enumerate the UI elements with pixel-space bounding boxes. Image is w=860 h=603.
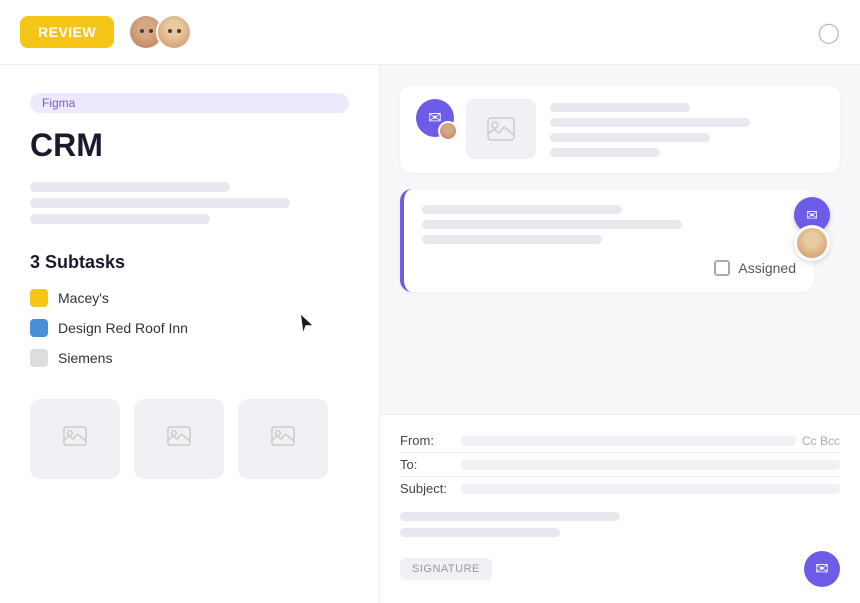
figma-tag: Figma (30, 93, 349, 113)
thumbnail-3 (238, 399, 328, 479)
email-body (400, 512, 840, 537)
email-subject-row: Subject: (400, 477, 840, 500)
send-button[interactable]: ✉ (804, 551, 840, 587)
email-from-row: From: Cc Bcc (400, 429, 840, 453)
right-panel: ✉ (380, 65, 860, 603)
to-label: To: (400, 457, 455, 472)
thumbnail-2 (134, 399, 224, 479)
msg-line-1 (550, 103, 690, 112)
from-value[interactable] (461, 436, 796, 446)
subtask-dot-blue (30, 319, 48, 337)
subtask-dot-yellow (30, 289, 48, 307)
thumbnail-1 (30, 399, 120, 479)
subtask-item-design-red-roof: Design Red Roof Inn (30, 319, 349, 337)
user-avatar-small-1 (438, 121, 458, 141)
desc-line-2 (30, 198, 290, 208)
message-card-1: ✉ (400, 85, 840, 173)
message-avatar-1: ✉ (416, 99, 454, 137)
send-icon: ✉ (815, 559, 828, 579)
image-icon-3 (271, 426, 295, 452)
thumbnails-row (30, 399, 349, 479)
topbar: REVIEW ◯ (0, 0, 860, 65)
avatar-image-2 (158, 16, 190, 48)
subtasks-heading: 3 Subtasks (30, 252, 349, 273)
image-icon-2 (167, 426, 191, 452)
assigned-label: Assigned (738, 260, 796, 276)
message-lines-1 (550, 99, 824, 157)
message-card-2: Assigned ✉ (400, 189, 814, 292)
mail-icon-2: ✉ (806, 207, 818, 224)
message-body-1 (466, 99, 824, 159)
subtask-item-siemens: Siemens (30, 349, 349, 367)
email-to-row: To: (400, 453, 840, 477)
review-button[interactable]: REVIEW (20, 16, 114, 48)
avatar-2 (156, 14, 192, 50)
msg-line-4 (550, 148, 660, 157)
left-panel: Figma CRM 3 Subtasks Macey's Design Red … (0, 65, 380, 603)
msg-line-2 (550, 118, 750, 127)
subtask-label-siemens: Siemens (58, 350, 112, 366)
to-value[interactable] (461, 460, 840, 470)
eye-icon[interactable]: ◯ (818, 20, 840, 45)
avatars (128, 14, 192, 50)
subject-value[interactable] (461, 484, 840, 494)
msg2-line-2 (422, 220, 682, 229)
card2-user-avatar (794, 225, 830, 261)
email-body-line-2 (400, 528, 560, 537)
project-title: CRM (30, 127, 349, 164)
desc-line-1 (30, 182, 230, 192)
msg2-line-1 (422, 205, 622, 214)
subtask-dot-gray (30, 349, 48, 367)
desc-line-3 (30, 214, 210, 224)
message-lines-2 (422, 205, 796, 244)
assigned-checkbox[interactable] (714, 260, 730, 276)
subtask-list: Macey's Design Red Roof Inn Siemens (30, 289, 349, 367)
msg-line-3 (550, 133, 710, 142)
signature-button[interactable]: SIGNATURE (400, 558, 492, 580)
subtask-item-maceys: Macey's (30, 289, 349, 307)
image-icon-1 (63, 426, 87, 452)
subject-label: Subject: (400, 481, 455, 496)
messages-area: ✉ (380, 65, 860, 414)
description-lines (30, 182, 349, 224)
cc-bcc-label[interactable]: Cc Bcc (802, 434, 840, 448)
topbar-left: REVIEW (20, 14, 192, 50)
subtask-label-design-red-roof: Design Red Roof Inn (58, 320, 188, 336)
message-card-2-inner: Assigned (422, 205, 796, 276)
main-content: Figma CRM 3 Subtasks Macey's Design Red … (0, 65, 860, 603)
email-body-line-1 (400, 512, 620, 521)
email-footer: SIGNATURE ✉ (400, 551, 840, 587)
assigned-row: Assigned (422, 260, 796, 276)
from-label: From: (400, 433, 455, 448)
message-thumbnail (466, 99, 536, 159)
msg2-line-3 (422, 235, 602, 244)
subtask-label-maceys: Macey's (58, 290, 109, 306)
email-composer: From: Cc Bcc To: Subject: SIGNATURE ✉ (380, 414, 860, 603)
